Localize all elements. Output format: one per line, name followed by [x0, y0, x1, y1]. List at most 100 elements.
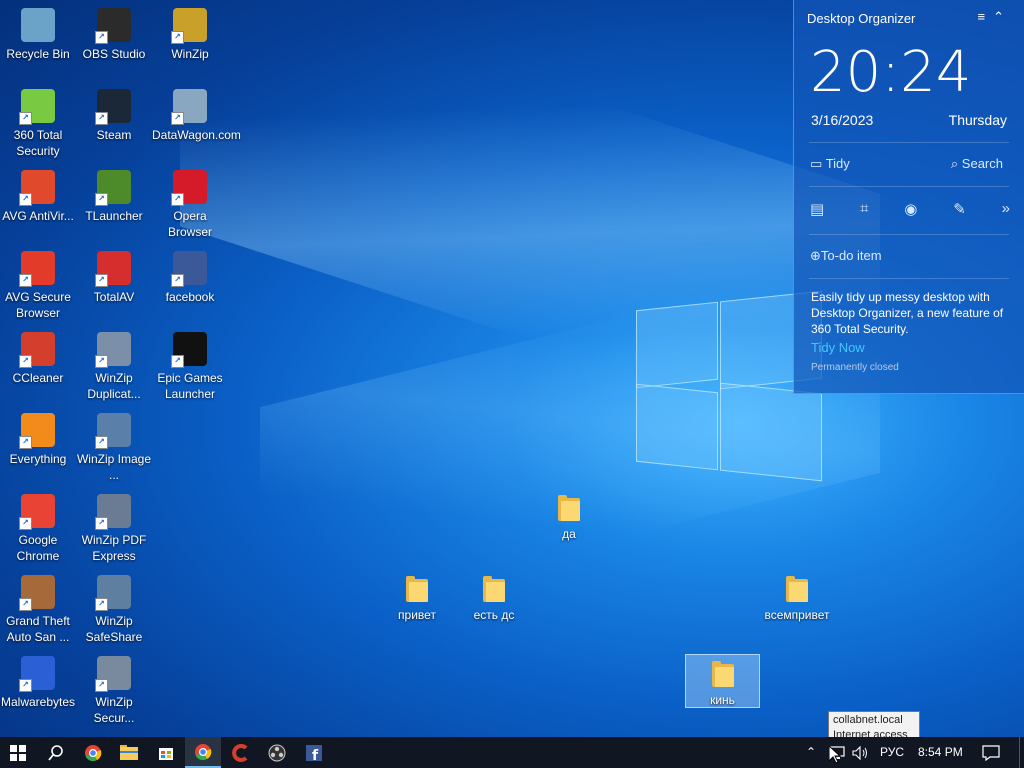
language-indicator[interactable]: РУС: [880, 737, 904, 768]
desktop-shortcut[interactable]: ↗ WinZip SafeShare: [76, 575, 152, 645]
desktop-shortcut[interactable]: ↗ WinZip Duplicat...: [76, 332, 152, 402]
edit-icon[interactable]: ✎: [953, 200, 966, 218]
menu-icon[interactable]: ≡: [978, 9, 994, 24]
desktop-shortcut[interactable]: ↗ Everything: [0, 413, 76, 467]
folder-icon: [406, 576, 428, 602]
desktop-shortcut-label: Malwarebytes: [0, 695, 76, 709]
taskbar-file-explorer[interactable]: [111, 737, 147, 768]
folder-kin-selected[interactable]: кинь: [685, 654, 760, 708]
360-security-icon: ↗: [19, 89, 55, 125]
desktop-shortcut[interactable]: ↗ Grand Theft Auto San ...: [0, 575, 76, 645]
desktop-shortcut[interactable]: Recycle Bin: [0, 8, 76, 62]
desktop-shortcut-label: WinZip Secur...: [93, 695, 135, 725]
tidy-now-link[interactable]: Tidy Now: [811, 340, 865, 355]
folder-da[interactable]: да: [531, 495, 607, 541]
desktop-shortcut-label: WinZip PDF Express: [81, 533, 147, 563]
desktop-shortcut[interactable]: ↗ TotalAV: [76, 251, 152, 305]
desktop-shortcut[interactable]: ↗ WinZip PDF Express: [76, 494, 152, 564]
desktop-shortcut-label: 360 Total Security: [13, 128, 63, 158]
folder-vsemprivet[interactable]: всемпривет: [756, 576, 838, 622]
show-desktop-button[interactable]: [1019, 737, 1024, 768]
divider: [809, 234, 1009, 235]
taskbar-obs[interactable]: [259, 737, 295, 768]
tlauncher-icon: ↗: [95, 170, 131, 206]
shortcut-arrow-icon: ↗: [95, 517, 108, 530]
taskbar-chrome-active[interactable]: [185, 737, 221, 768]
organizer-clock: 20:24: [810, 40, 972, 105]
tidy-button[interactable]: ▭ Tidy: [810, 156, 850, 172]
taskbar-store[interactable]: [148, 737, 184, 768]
taskbar-facebook[interactable]: f: [296, 737, 332, 768]
desktop-shortcut-label: facebook: [165, 290, 215, 304]
taskbar-clock[interactable]: 8:54 PM: [918, 737, 963, 768]
opera-icon: ↗: [171, 170, 207, 206]
shortcut-arrow-icon: ↗: [19, 679, 32, 692]
windows-icon: [10, 744, 26, 761]
folder-est-ds[interactable]: есть дс: [456, 576, 532, 622]
winzip-image-icon: ↗: [95, 413, 131, 449]
volume-tray[interactable]: [852, 737, 870, 768]
shortcut-arrow-icon: ↗: [19, 598, 32, 611]
folder-privet[interactable]: привет: [379, 576, 455, 622]
desktop-shortcut[interactable]: ↗ facebook: [152, 251, 228, 305]
folder-label: есть дс: [473, 608, 515, 622]
shortcut-arrow-icon: ↗: [95, 31, 108, 44]
notes-icon[interactable]: ▤: [810, 200, 824, 218]
desktop-shortcut[interactable]: ↗ AVG Secure Browser: [0, 251, 76, 321]
organizer-weekday: Thursday: [948, 112, 1007, 128]
tooltip-line-1: collabnet.local: [833, 714, 903, 726]
collapse-icon[interactable]: ⌃: [993, 9, 1012, 24]
shortcut-arrow-icon: ↗: [19, 193, 32, 206]
desktop-shortcut[interactable]: ↗ 360 Total Security: [0, 89, 76, 159]
show-hidden-icons[interactable]: ⌃: [806, 737, 816, 768]
folder-icon: [711, 661, 734, 687]
desktop-shortcut[interactable]: ↗ DataWagon.com: [152, 89, 241, 143]
search-icon: [48, 744, 63, 761]
desktop-shortcut[interactable]: ↗ WinZip Secur...: [76, 656, 152, 726]
desktop-shortcut-label: Google Chrome: [16, 533, 60, 563]
desktop-shortcut[interactable]: ↗ AVG AntiVir...: [0, 170, 76, 224]
desktop-shortcut[interactable]: ↗ WinZip: [152, 8, 228, 62]
desktop-shortcut-label: DataWagon.com: [152, 128, 241, 142]
shortcut-arrow-icon: ↗: [171, 274, 184, 287]
crop-icon[interactable]: ⌗: [860, 200, 868, 218]
desktop-shortcut-label: Recycle Bin: [6, 47, 70, 61]
monitor-icon: ▭: [810, 156, 823, 171]
organizer-date: 3/16/2023: [811, 112, 874, 128]
desktop-shortcut-label: Opera Browser: [167, 209, 212, 239]
search-button[interactable]: ⌕ Search: [951, 156, 1003, 172]
desktop-shortcut-label: WinZip Duplicat...: [87, 371, 141, 401]
desktop-shortcut-label: Grand Theft Auto San ...: [6, 614, 70, 644]
desktop-shortcut[interactable]: ↗ Google Chrome: [0, 494, 76, 564]
eye-icon[interactable]: ◉: [904, 200, 917, 218]
todo-add-button[interactable]: ⊕To-do item: [810, 248, 882, 264]
start-button[interactable]: [0, 737, 36, 768]
taskbar-ccleaner[interactable]: [222, 737, 258, 768]
desktop-shortcut[interactable]: ↗ TLauncher: [76, 170, 152, 224]
desktop-shortcut-label: WinZip SafeShare: [85, 614, 143, 644]
folder-icon: [558, 495, 580, 521]
shortcut-arrow-icon: ↗: [95, 112, 108, 125]
folder-label: привет: [398, 608, 436, 622]
organizer-controls: ≡⌃: [978, 9, 1013, 25]
desktop-shortcut[interactable]: ↗ CCleaner: [0, 332, 76, 386]
desktop-shortcut[interactable]: ↗ Steam: [76, 89, 152, 143]
action-center-button[interactable]: [982, 737, 1000, 768]
permanently-closed-link[interactable]: Permanently closed: [811, 362, 899, 373]
desktop-shortcut[interactable]: ↗ WinZip Image ...: [76, 413, 152, 483]
facebook-icon: ↗: [171, 251, 207, 287]
desktop-shortcut-label: TotalAV: [93, 290, 135, 304]
desktop-shortcut[interactable]: ↗ Opera Browser: [152, 170, 228, 240]
more-icon[interactable]: »: [1002, 200, 1010, 218]
gta-icon: ↗: [19, 575, 55, 611]
malwarebytes-icon: ↗: [19, 656, 55, 692]
desktop-shortcut[interactable]: ↗ Malwarebytes: [0, 656, 76, 710]
taskbar-chrome[interactable]: [75, 737, 111, 768]
folder-icon: [483, 576, 505, 602]
shortcut-arrow-icon: ↗: [19, 274, 32, 287]
desktop-shortcut[interactable]: ↗ Epic Games Launcher: [152, 332, 228, 402]
desktop-shortcut[interactable]: ↗ OBS Studio: [76, 8, 152, 62]
folder-icon: [120, 745, 138, 760]
taskbar-search-button[interactable]: [38, 737, 74, 768]
totalav-icon: ↗: [95, 251, 131, 287]
